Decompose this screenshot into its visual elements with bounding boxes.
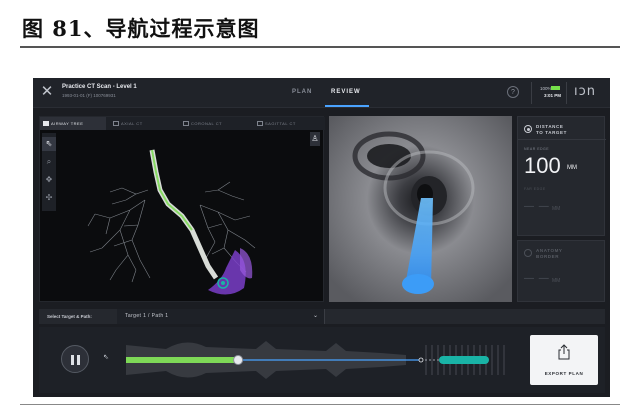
card-title-line2: TO TARGET — [536, 129, 567, 135]
bottom-rule — [20, 404, 620, 405]
pause-button[interactable] — [61, 345, 89, 373]
endoscopic-view-panel — [329, 116, 512, 302]
figure-title: 图 81、导航过程示意图 — [22, 16, 260, 41]
waypoint-icon — [418, 357, 424, 363]
person-orientation-icon[interactable]: ♙ — [310, 132, 320, 146]
target-center — [221, 281, 225, 285]
tab-axial-ct[interactable]: AXIAL CT — [110, 117, 176, 130]
project-title: Practice CT Scan - Level 1 — [62, 84, 137, 90]
far-edge-value: — — — [524, 201, 550, 212]
export-label: EXPORT PLAN — [544, 371, 584, 376]
airway-icon — [43, 121, 49, 126]
sagittal-icon — [257, 121, 263, 126]
divider — [531, 82, 532, 104]
clock: 3:01 PM — [544, 93, 562, 98]
pointer-icon[interactable]: ⇖ — [42, 137, 56, 151]
tab-review[interactable]: REVIEW — [331, 89, 361, 95]
tab-sagittal-ct[interactable]: SAGITTAL CT — [254, 117, 324, 130]
tab-airway-tree[interactable]: AIRWAY TREE — [40, 117, 106, 130]
anatomy-border-card[interactable]: ANATOMY BORDER — — MM — [517, 240, 605, 302]
tab-label: AXIAL CT — [121, 121, 143, 126]
tab-coronal-ct[interactable]: CORONAL CT — [180, 117, 250, 130]
tab-label: AIRWAY TREE — [51, 121, 84, 126]
target-path-dropdown[interactable]: Target 1 / Path 1 ⌄ — [117, 309, 325, 324]
card-title: ANATOMY BORDER — [536, 248, 563, 259]
rotate-icon[interactable]: ✣ — [42, 191, 56, 205]
target-zone — [439, 356, 489, 364]
distance-to-target-card[interactable]: DISTANCE TO TARGET NEAR EDGE 100 MM FAR … — [517, 116, 606, 236]
anatomy-unit: MM — [552, 278, 561, 284]
far-edge-unit: MM — [552, 206, 561, 212]
page: 图 81、导航过程示意图 ✕ Practice CT Scan - Level … — [0, 0, 641, 417]
top-bar: ✕ Practice CT Scan - Level 1 1993-01-01 … — [33, 78, 610, 108]
measurement-panel: DISTANCE TO TARGET NEAR EDGE 100 MM FAR … — [517, 116, 606, 302]
tab-label: CORONAL CT — [191, 121, 223, 126]
card-title-line1: DISTANCE — [536, 124, 564, 129]
battery-icon — [551, 86, 560, 90]
target-path-selector: Select Target & Path: Target 1 / Path 1 … — [39, 309, 605, 324]
tool-strip: ⇖ ⌕ ✥ ✣ — [42, 133, 56, 211]
close-icon[interactable]: ✕ — [39, 84, 55, 100]
zoom-icon[interactable]: ⌕ — [42, 155, 56, 169]
progress-handle[interactable] — [233, 355, 244, 365]
chevron-down-icon: ⌄ — [312, 313, 318, 319]
card-title: DISTANCE TO TARGET — [536, 124, 567, 135]
help-icon[interactable]: ? — [507, 86, 519, 98]
selector-label: Select Target & Path: — [47, 314, 92, 319]
near-edge-unit: MM — [567, 165, 577, 171]
project-subtitle: 1993-01-01 (F) 100769931 — [62, 93, 116, 98]
pause-icon — [77, 355, 80, 365]
battery-percent: 100% — [540, 86, 552, 91]
export-plan-button[interactable]: EXPORT PLAN — [530, 335, 598, 385]
progress-fill — [126, 357, 239, 363]
top-rule — [20, 46, 620, 48]
far-edge-label: FAR EDGE — [524, 187, 546, 191]
active-tab-indicator — [325, 105, 369, 107]
airway-tree-visualization[interactable] — [40, 130, 325, 302]
endoscopic-visualization[interactable] — [329, 116, 512, 302]
coronal-icon — [183, 121, 189, 126]
navigation-app-screenshot: ✕ Practice CT Scan - Level 1 1993-01-01 … — [33, 78, 610, 397]
trachea-path — [149, 149, 219, 280]
card-title-line1: ANATOMY — [536, 248, 563, 253]
airway-tree-panel: AIRWAY TREE AXIAL CT CORONAL CT SAGITTAL… — [39, 116, 325, 302]
view-tab-bar: AIRWAY TREE AXIAL CT CORONAL CT SAGITTAL… — [40, 117, 325, 130]
near-edge-value: 100 — [524, 153, 561, 178]
pan-icon[interactable]: ✥ — [42, 173, 56, 187]
path-progress-track[interactable] — [126, 331, 511, 389]
tab-label: SAGITTAL CT — [265, 121, 296, 126]
brand-logo: ıɔn — [574, 84, 596, 99]
distance-radio[interactable] — [524, 125, 532, 133]
playback-bar: ⇖ EXPORT PLAN — [39, 327, 605, 393]
anatomy-radio[interactable] — [524, 249, 532, 257]
cursor-icon: ⇖ — [103, 354, 109, 361]
pause-icon — [71, 355, 74, 365]
axial-icon — [113, 121, 119, 126]
tab-plan[interactable]: PLAN — [292, 89, 312, 95]
dropdown-value: Target 1 / Path 1 — [125, 313, 169, 319]
near-edge-label: NEAR EDGE — [524, 147, 550, 151]
divider — [566, 82, 567, 104]
share-export-icon — [558, 344, 570, 360]
anatomy-value: — — — [524, 273, 550, 284]
divider — [518, 139, 606, 140]
card-title-line2: BORDER — [536, 253, 560, 259]
